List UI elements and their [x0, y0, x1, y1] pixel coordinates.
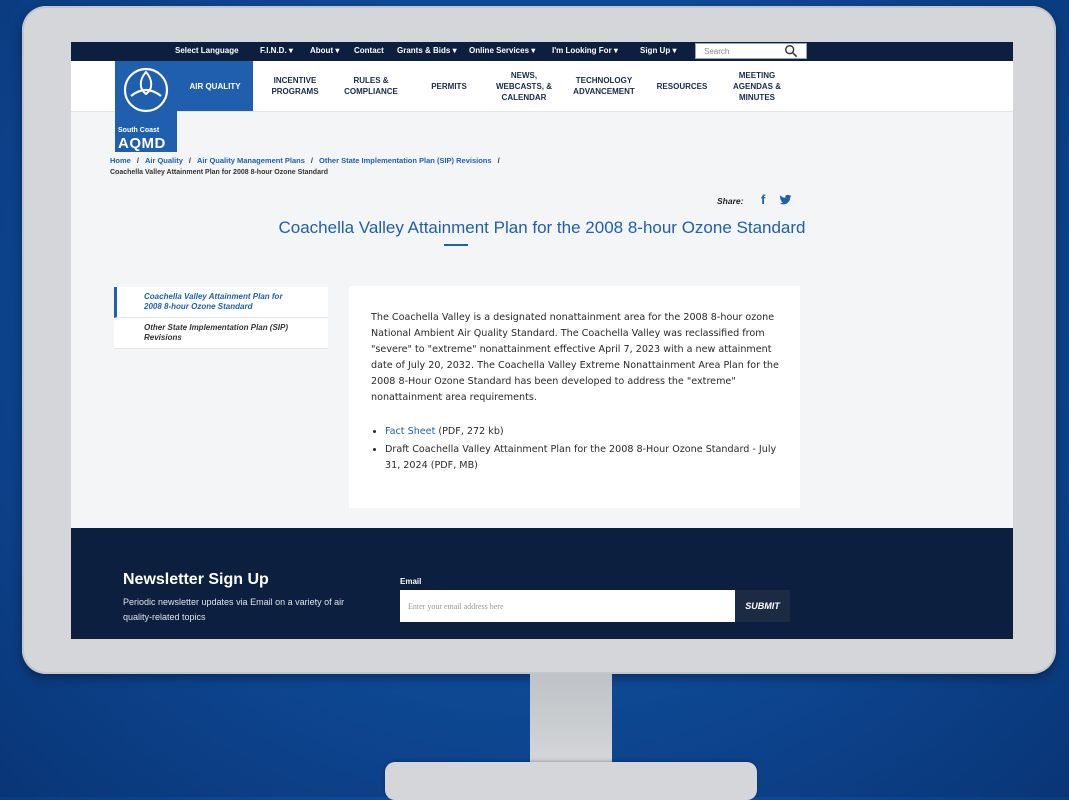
- breadcrumb-home[interactable]: Home: [110, 156, 131, 165]
- list-item: Fact Sheet (PDF, 272 kb): [385, 424, 793, 440]
- breadcrumb-aqmp[interactable]: Air Quality Management Plans: [197, 156, 305, 165]
- nav-incentive-programs[interactable]: INCENTIVE PROGRAMS: [257, 61, 333, 111]
- breadcrumb-sip-revisions[interactable]: Other State Implementation Plan (SIP) Re…: [319, 156, 492, 165]
- nav-news-webcasts[interactable]: NEWS, WEBCASTS, & CALENDAR: [485, 61, 563, 111]
- content-panel: The Coachella Valley is a designated non…: [349, 286, 800, 508]
- fact-sheet-size: (PDF, 272 kb): [435, 426, 504, 437]
- menu-grants-bids[interactable]: Grants & Bids ▾: [397, 46, 457, 55]
- monitor-stand-base: [385, 762, 757, 800]
- menu-looking-for[interactable]: I'm Looking For ▾: [552, 46, 618, 55]
- list-item: Draft Coachella Valley Attainment Plan f…: [385, 442, 793, 474]
- logo-aqmd: AQMD: [118, 135, 166, 152]
- breadcrumb-current: Coachella Valley Attainment Plan for 200…: [110, 169, 328, 176]
- breadcrumb: Home / Air Quality / Air Quality Management …: [110, 156, 500, 165]
- newsletter-title: Newsletter Sign Up: [123, 571, 269, 588]
- side-item-coachella-plan[interactable]: Coachella Valley Attainment Plan for 200…: [114, 287, 328, 318]
- menu-sign-up[interactable]: Sign Up ▾: [640, 46, 676, 55]
- aqmd-logo[interactable]: South Coast AQMD: [115, 61, 177, 152]
- fact-sheet-link[interactable]: Fact Sheet: [385, 426, 435, 437]
- nav-air-quality[interactable]: AIR QUALITY: [177, 61, 253, 111]
- search-input[interactable]: Search: [695, 43, 807, 59]
- email-field[interactable]: Enter your email address here: [400, 590, 735, 622]
- newsletter-description: Periodic newsletter updates via Email on…: [123, 597, 345, 622]
- side-menu: Coachella Valley Attainment Plan for 200…: [114, 287, 328, 349]
- nav-meeting-agendas[interactable]: MEETING AGENDAS & MINUTES: [719, 61, 795, 111]
- menu-online-services[interactable]: Online Services ▾: [469, 46, 535, 55]
- facebook-icon[interactable]: f: [761, 192, 765, 207]
- logo-south-coast: South Coast: [118, 127, 160, 134]
- menu-contact[interactable]: Contact: [354, 46, 384, 55]
- nav-resources[interactable]: RESOURCES: [647, 61, 717, 111]
- side-item-other-sip[interactable]: Other State Implementation Plan (SIP) Re…: [114, 318, 328, 349]
- logo-mark-icon: [123, 67, 169, 113]
- nav-rules-compliance[interactable]: RULES & COMPLIANCE: [333, 61, 409, 111]
- nav-technology[interactable]: TECHNOLOGY ADVANCEMENT: [563, 61, 645, 111]
- search-placeholder: Search: [704, 47, 730, 56]
- nav-permits[interactable]: PERMITS: [416, 61, 482, 111]
- browser-screen: Select Language F.I.N.D. ▾ About ▾ Conta…: [71, 42, 1013, 639]
- footer: Newsletter Sign Up Periodic newsletter u…: [71, 528, 1013, 639]
- submit-button[interactable]: SUBMIT: [735, 590, 790, 622]
- share-label: Share:: [717, 196, 744, 206]
- title-underline: [444, 244, 468, 246]
- breadcrumb-air-quality[interactable]: Air Quality: [145, 156, 183, 165]
- twitter-icon[interactable]: [779, 194, 792, 206]
- select-language[interactable]: Select Language: [175, 46, 239, 55]
- search-icon[interactable]: [784, 44, 798, 58]
- page-title: Coachella Valley Attainment Plan for the…: [278, 218, 806, 237]
- menu-find[interactable]: F.I.N.D. ▾: [260, 46, 293, 55]
- content-paragraph: The Coachella Valley is a designated non…: [371, 312, 779, 403]
- email-label: Email: [400, 577, 422, 586]
- email-placeholder: Enter your email address here: [408, 601, 504, 611]
- utility-bar: Select Language F.I.N.D. ▾ About ▾ Conta…: [71, 42, 1013, 61]
- monitor-stand-neck: [530, 674, 612, 764]
- menu-about[interactable]: About ▾: [310, 46, 339, 55]
- draft-plan-text: Draft Coachella Valley Attainment Plan f…: [385, 444, 777, 471]
- document-list: Fact Sheet (PDF, 272 kb) Draft Coachella…: [371, 424, 793, 476]
